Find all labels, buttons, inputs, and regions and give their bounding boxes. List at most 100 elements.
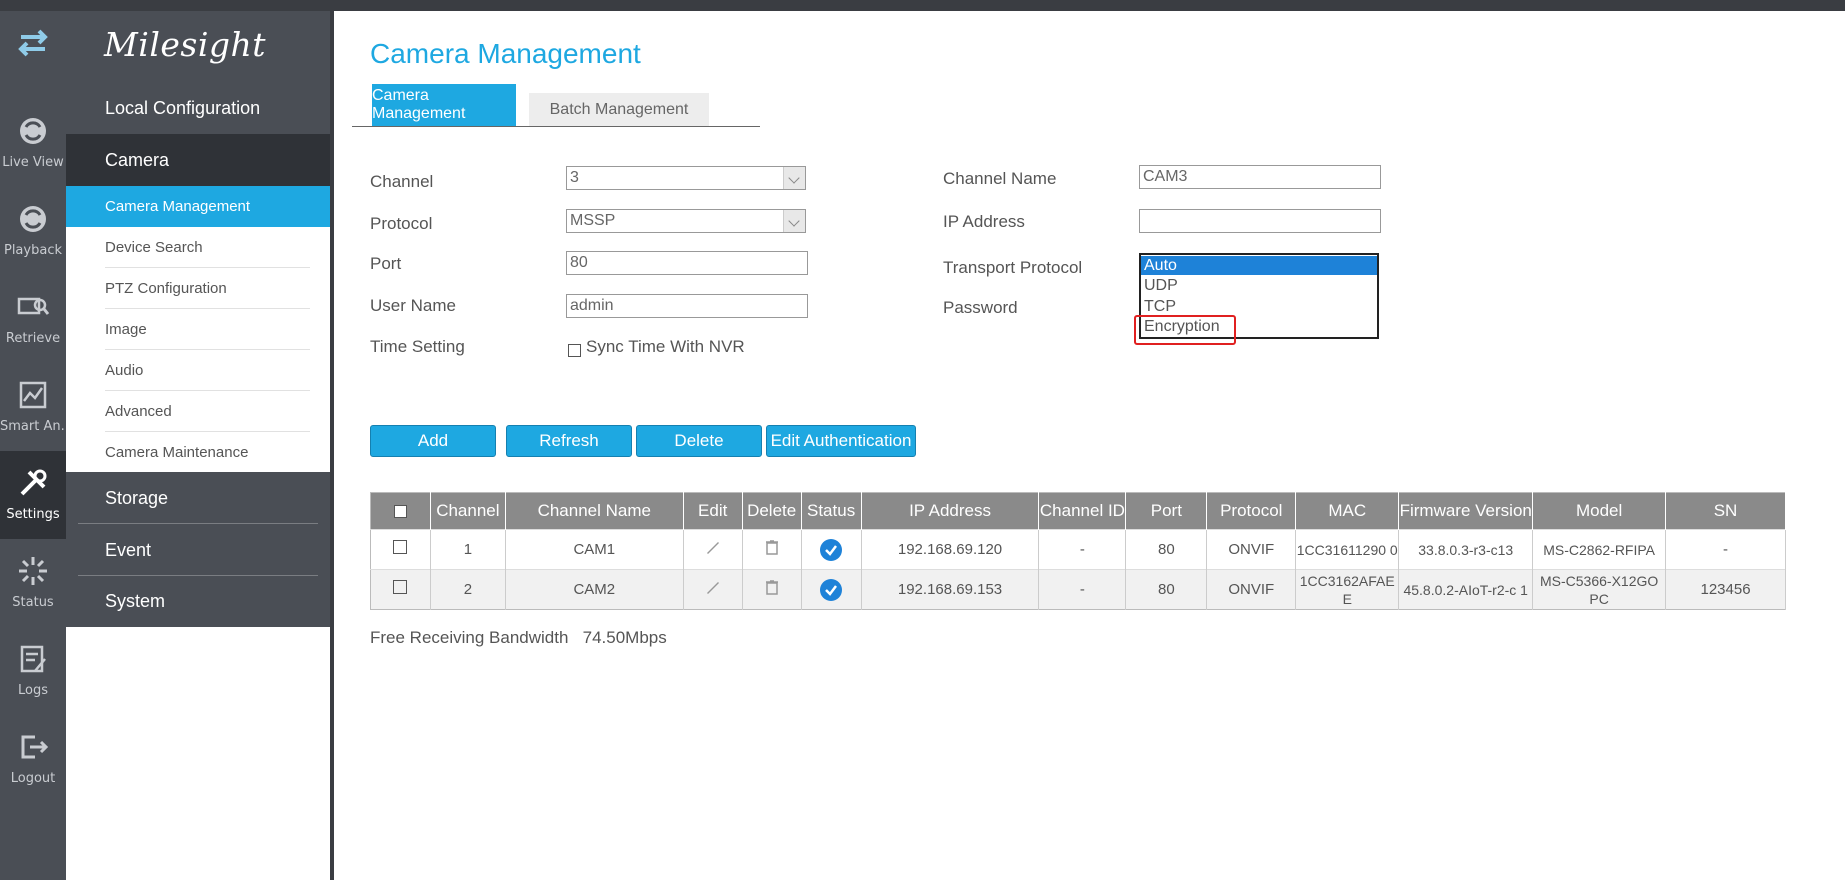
transport-option-udp[interactable]: UDP xyxy=(1141,276,1377,295)
nav-status-label: Status xyxy=(12,595,54,610)
nav-retrieve[interactable]: Retrieve xyxy=(0,275,66,363)
nav-group-storage[interactable]: Storage xyxy=(66,472,330,524)
main-content: Camera Management Camera Management Batc… xyxy=(334,11,1845,880)
column-header: SN xyxy=(1665,492,1786,530)
row-checkbox[interactable] xyxy=(393,580,408,594)
status-icon xyxy=(19,557,47,585)
status-cell xyxy=(801,569,862,610)
protocol-select[interactable]: MSSP xyxy=(566,209,806,233)
camera-table: Channel Channel Name Edit Delete Status … xyxy=(370,492,1786,610)
nav-live-view[interactable]: Live View xyxy=(0,99,66,187)
add-button[interactable]: Add xyxy=(370,425,496,457)
logs-icon xyxy=(20,645,46,673)
channel-name-label: Channel Name xyxy=(943,169,1057,188)
channel-cell: 2 xyxy=(430,569,506,610)
protocol-label: Protocol xyxy=(370,214,433,233)
column-header: Model xyxy=(1532,492,1667,530)
settings-nav: Milesight Local Configuration Camera Cam… xyxy=(66,11,330,880)
nav-smart-analysis-label: Smart An... xyxy=(0,419,66,434)
delete-button[interactable]: Delete xyxy=(636,425,762,457)
ip-address-cell: 192.168.69.153 xyxy=(861,569,1040,610)
channel-name-cell: CAM2 xyxy=(505,569,684,610)
pencil-icon[interactable] xyxy=(704,538,722,556)
transport-option-tcp[interactable]: TCP xyxy=(1141,297,1377,316)
nav-item-label: Camera Maintenance xyxy=(105,444,249,461)
sync-time-label: Sync Time With NVR xyxy=(586,337,745,356)
nav-item-camera-maintenance[interactable]: Camera Maintenance xyxy=(66,432,330,473)
delete-cell[interactable] xyxy=(742,569,802,610)
trash-icon[interactable] xyxy=(763,578,781,596)
nav-settings[interactable]: Settings xyxy=(0,451,66,539)
row-select-cell[interactable] xyxy=(370,569,431,610)
nav-retrieve-label: Retrieve xyxy=(5,331,61,346)
delete-cell[interactable] xyxy=(742,529,802,570)
smart-analysis-icon xyxy=(19,381,47,409)
table-row[interactable]: 1 CAM1 192.168.69.120 - 80 ONVIF 1CC3161… xyxy=(370,529,1786,570)
column-header: Status xyxy=(801,492,862,530)
nav-playback-label: Playback xyxy=(3,243,62,258)
edit-cell[interactable] xyxy=(683,529,743,570)
row-select-cell[interactable] xyxy=(370,529,431,570)
user-name-input[interactable]: admin xyxy=(566,294,808,318)
select-all-checkbox[interactable] xyxy=(393,505,407,519)
pencil-icon[interactable] xyxy=(704,578,722,596)
nav-smart-analysis[interactable]: Smart An... xyxy=(0,363,66,451)
nav-logout[interactable]: Logout xyxy=(0,715,66,803)
playback-icon xyxy=(20,206,46,232)
retrieve-icon xyxy=(17,297,50,315)
tab-batch-management[interactable]: Batch Management xyxy=(529,93,709,126)
nav-group-storage-label: Storage xyxy=(105,487,169,508)
nav-group-camera[interactable]: Camera xyxy=(66,134,330,186)
tab-camera-management[interactable]: Camera Management xyxy=(372,84,516,126)
channel-select[interactable]: 3 xyxy=(566,166,806,190)
nav-group-local-configuration[interactable]: Local Configuration xyxy=(66,82,330,134)
nav-item-ptz-configuration[interactable]: PTZ Configuration xyxy=(66,268,330,309)
logo-text: Milesight xyxy=(104,25,267,64)
nav-group-camera-label: Camera xyxy=(105,149,170,170)
nav-item-image[interactable]: Image xyxy=(66,309,330,350)
table-row[interactable]: 2 CAM2 192.168.69.153 - 80 ONVIF 1CC3162… xyxy=(370,569,1786,610)
nav-item-label: Device Search xyxy=(105,239,203,256)
switch-arrows-button[interactable] xyxy=(0,11,66,99)
row-checkbox[interactable] xyxy=(393,540,408,554)
table-header-row: Channel Channel Name Edit Delete Status … xyxy=(370,492,1786,530)
bandwidth-info: Free Receiving Bandwidth 74.50Mbps xyxy=(370,628,667,648)
chevron-down-icon xyxy=(783,210,805,232)
edit-cell[interactable] xyxy=(683,569,743,610)
nav-playback[interactable]: Playback xyxy=(0,187,66,275)
mac-cell: 1CC3162AFAE E xyxy=(1295,569,1400,610)
refresh-button[interactable]: Refresh xyxy=(506,425,632,457)
nav-item-camera-management[interactable]: Camera Management xyxy=(66,186,330,227)
trash-icon[interactable] xyxy=(763,538,781,556)
column-header: MAC xyxy=(1295,492,1400,530)
port-input[interactable]: 80 xyxy=(566,251,808,275)
ip-address-input[interactable] xyxy=(1139,209,1381,233)
select-all-header[interactable] xyxy=(370,492,431,530)
nav-item-device-search[interactable]: Device Search xyxy=(66,227,330,268)
channel-id-cell: - xyxy=(1038,529,1127,570)
nav-item-advanced[interactable]: Advanced xyxy=(66,391,330,432)
protocol-cell: ONVIF xyxy=(1206,529,1297,570)
column-header: IP Address xyxy=(861,492,1040,530)
status-online-icon xyxy=(820,538,843,561)
nav-item-label: Advanced xyxy=(105,403,172,420)
nav-group-system[interactable]: System xyxy=(66,576,330,627)
edit-authentication-button[interactable]: Edit Authentication xyxy=(766,425,916,457)
transport-option-auto[interactable]: Auto xyxy=(1141,256,1377,275)
mac-cell: 1CC31611290 0 xyxy=(1295,529,1400,570)
channel-name-input[interactable]: CAM3 xyxy=(1139,165,1381,189)
channel-name-cell: CAM1 xyxy=(505,529,684,570)
bandwidth-value: 74.50Mbps xyxy=(582,628,667,647)
sync-time-checkbox[interactable] xyxy=(568,344,581,357)
nav-group-event[interactable]: Event xyxy=(66,524,330,576)
encryption-highlight-box xyxy=(1134,315,1236,345)
chevron-down-icon xyxy=(783,167,805,189)
firmware-cell: 33.8.0.3-r3-c13 xyxy=(1398,529,1534,570)
nav-item-audio[interactable]: Audio xyxy=(66,350,330,391)
nav-group-local-label: Local Configuration xyxy=(105,97,261,118)
nav-settings-label: Settings xyxy=(6,507,60,522)
status-cell xyxy=(801,529,862,570)
nav-status[interactable]: Status xyxy=(0,539,66,627)
protocol-select-value: MSSP xyxy=(570,212,616,229)
nav-logs[interactable]: Logs xyxy=(0,627,66,715)
